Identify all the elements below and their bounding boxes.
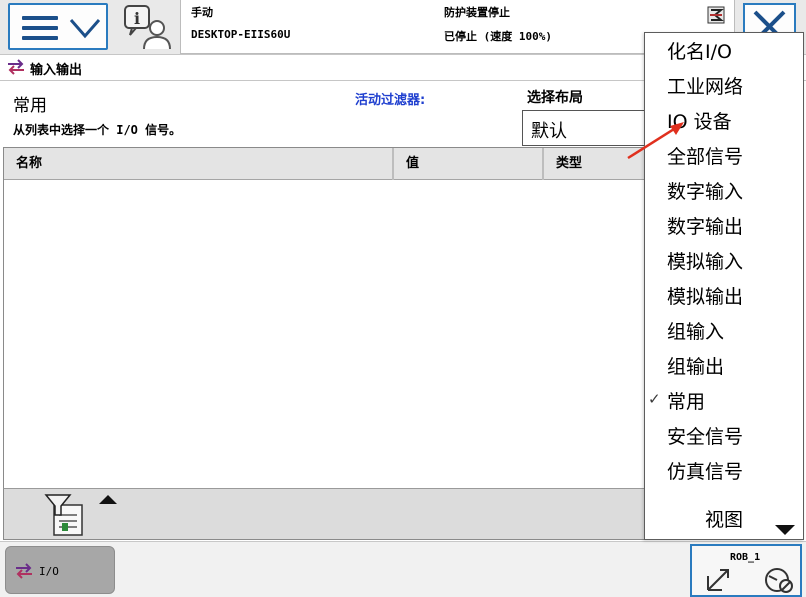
instruction-text: 从列表中选择一个 I/O 信号。 [13, 123, 182, 137]
layout-select-value: 默认 [531, 121, 567, 142]
operating-mode: 手动 [191, 6, 213, 19]
menu-item-label: 化名I/O [667, 41, 732, 63]
menu-item[interactable]: ✓ 常用 [645, 383, 803, 418]
safety-state: 防护装置停止 [444, 6, 510, 19]
menu-item[interactable]: 仿真信号 [645, 453, 803, 488]
view-label: 视图 [705, 509, 744, 531]
table-header: 名称 值 类型 [4, 148, 662, 180]
layout-select[interactable]: 默认 [522, 110, 652, 146]
menu-item-label: 数字输入 [667, 181, 744, 203]
arrow-down-icon [775, 525, 795, 535]
menu-item[interactable]: 模拟输入 [645, 243, 803, 278]
controller-name: DESKTOP-EIIS60U [191, 28, 291, 41]
menu-item[interactable]: 化名I/O [645, 33, 803, 68]
layout-label: 选择布局 [527, 90, 583, 106]
jog-axes-icon [707, 569, 729, 591]
menu-item-label: 模拟输出 [667, 286, 744, 308]
menu-item-label: 组输出 [667, 356, 725, 378]
check-icon: ✓ [648, 390, 661, 408]
menu-item[interactable]: 全部信号 [645, 138, 803, 173]
menu-item[interactable]: 模拟输出 [645, 278, 803, 313]
task-io-label: I/O [39, 565, 59, 578]
speed-lock-icon [765, 568, 793, 593]
menu-item[interactable]: 工业网络 [645, 68, 803, 103]
task-bar: I/O ROB_1 [0, 541, 806, 597]
app-title: 输入输出 [30, 63, 83, 78]
menu-item[interactable]: 组输入 [645, 313, 803, 348]
main-menu-button[interactable] [8, 3, 108, 50]
svg-text:i: i [134, 9, 140, 28]
robot-unit-label: ROB_1 [730, 552, 761, 563]
menu-item[interactable]: 数字输出 [645, 208, 803, 243]
menu-item-label: 工业网络 [667, 76, 744, 98]
speed-status: 已停止 (速度 100%) [444, 30, 552, 43]
column-name[interactable]: 名称 [4, 148, 394, 180]
menu-item-label: 数字输出 [667, 216, 744, 238]
signal-table[interactable]: 名称 值 类型 [3, 147, 663, 489]
menu-item-label: 模拟输入 [667, 251, 744, 273]
chevron-down-icon [69, 19, 101, 39]
io-exchange-icon [8, 59, 24, 75]
menu-item-label: 仿真信号 [667, 461, 744, 483]
menu-item[interactable]: 安全信号 [645, 418, 803, 453]
status-stack-icon [707, 6, 725, 24]
menu-item[interactable]: 组输出 [645, 348, 803, 383]
view-dropdown-menu[interactable]: 化名I/O 工业网络 IO 设备全部信号数字输入数字输出模拟输入模拟输出组输入组输出… [644, 32, 804, 540]
filter-funnel-icon[interactable] [44, 493, 88, 537]
menu-item-label: 全部信号 [667, 146, 744, 168]
column-value[interactable]: 值 [394, 148, 544, 180]
quickset-button[interactable]: ROB_1 [690, 544, 802, 597]
view-button[interactable]: 视图 [645, 499, 803, 539]
hamburger-icon [22, 16, 58, 40]
active-filter-label: 活动过滤器: [355, 93, 426, 108]
menu-item-label: 常用 [667, 391, 706, 413]
menu-item-label: IO 设备 [667, 111, 732, 133]
io-exchange-icon [16, 563, 32, 579]
menu-item[interactable]: 数字输入 [645, 173, 803, 208]
menu-item[interactable]: IO 设备 [645, 103, 803, 138]
page-title: 常用 [13, 96, 47, 116]
menu-item-label: 组输入 [667, 321, 725, 343]
menu-item-label: 安全信号 [667, 426, 744, 448]
bottom-toolbar [3, 488, 663, 540]
info-user-icon[interactable]: i [122, 3, 174, 51]
task-io-button[interactable]: I/O [5, 546, 115, 594]
arrow-up-icon[interactable] [99, 495, 117, 504]
